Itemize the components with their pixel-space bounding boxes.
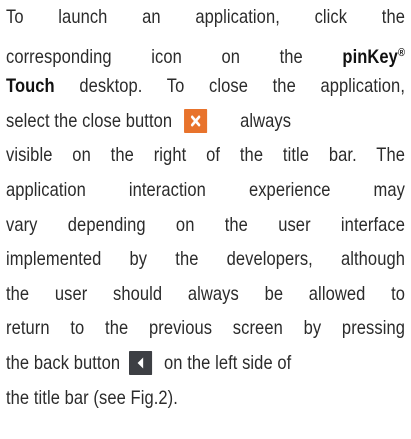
text-span: implemented by the developers, although: [6, 249, 405, 271]
text-line-2: corresponding icon on the pinKey®: [6, 36, 405, 71]
text-span: the user should always be allowed to: [6, 283, 405, 305]
text-line-8: implemented by the developers, although: [6, 243, 405, 278]
text-span: on the left side of: [163, 352, 292, 374]
brand-touch: Touch: [6, 76, 55, 98]
text-line-9: the user should always be allowed to: [6, 278, 405, 313]
text-span: corresponding icon on the: [6, 46, 303, 68]
text-line-1: To launch an application, click the: [6, 1, 405, 36]
brand-name: pinKey®: [342, 47, 405, 68]
text-line-4: select the close button always: [6, 105, 405, 140]
text-line-6: application interaction experience may: [6, 174, 405, 209]
text-span: return to the previous screen by pressin…: [6, 318, 405, 340]
text-line-5: visible on the right of the title bar. T…: [6, 139, 405, 174]
text-line-3: Touch desktop. To close the application,: [6, 70, 405, 105]
text-span: the back button: [6, 352, 121, 374]
text-line-11: the back button on the left side of: [6, 347, 405, 382]
registered-mark: ®: [397, 46, 406, 59]
text-span: application interaction experience may: [6, 179, 405, 201]
text-span: desktop. To close the application,: [79, 76, 405, 98]
chevron-left-icon: [128, 350, 152, 375]
text-span: select the close button: [6, 110, 173, 132]
text-span: vary depending on the user interface: [6, 214, 405, 236]
document-paragraph: To launch an application, click the corr…: [0, 0, 411, 439]
text-line-7: vary depending on the user interface: [6, 209, 405, 244]
text-span: visible on the right of the title bar. T…: [6, 145, 405, 167]
text-span: To launch an application, click the: [6, 7, 405, 28]
text-line-10: return to the previous screen by pressin…: [6, 312, 405, 347]
close-icon: [184, 108, 208, 133]
text-line-12: the title bar (see Fig.2).: [6, 382, 405, 417]
text-span: always: [240, 110, 292, 132]
text-span: the title bar (see Fig.2).: [6, 387, 178, 409]
brand-pinkey: pinKey: [342, 46, 398, 68]
